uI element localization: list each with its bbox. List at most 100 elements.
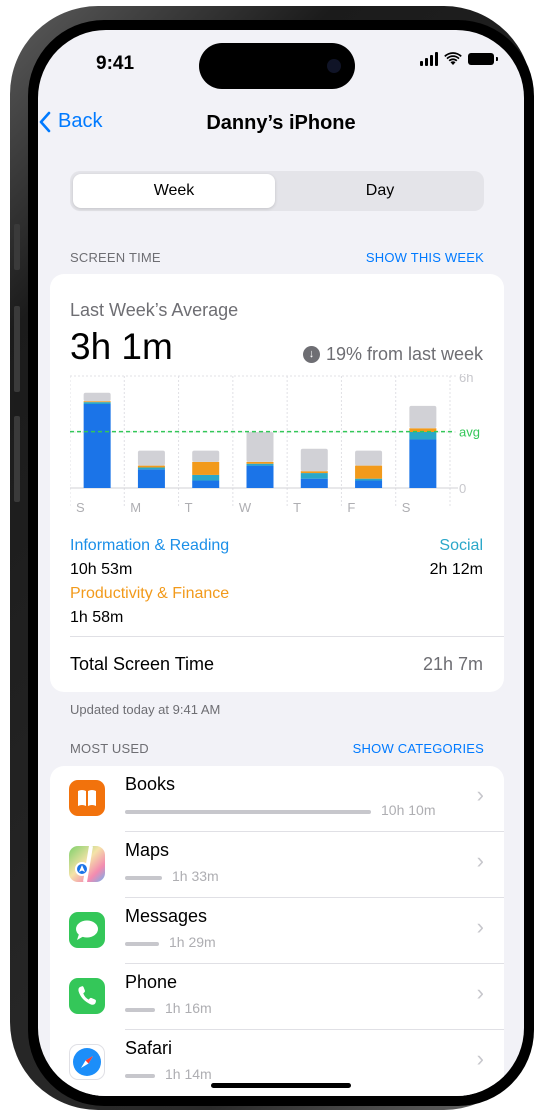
day-label: T xyxy=(185,500,193,515)
legend-right: Social 2h 12m xyxy=(430,534,483,582)
app-name: Books xyxy=(125,774,176,794)
y-tick-label: 0 xyxy=(459,481,466,496)
bar-segment xyxy=(192,480,220,488)
bar-segment xyxy=(246,463,274,466)
bar-segment xyxy=(83,402,111,404)
usage-bar xyxy=(125,810,371,814)
most-used-list: Books 10h 10m › Maps 1h 33m › Messages 1… xyxy=(50,766,504,1096)
bar-segment xyxy=(355,450,383,466)
app-time: 1h 33m xyxy=(172,868,219,884)
legend-social-value: 2h 12m xyxy=(429,561,483,578)
app-name: Messages xyxy=(125,906,208,926)
bar-segment xyxy=(355,480,383,488)
card-divider xyxy=(70,636,504,637)
cellular-signal-icon xyxy=(420,52,438,66)
safari-app-icon xyxy=(69,1044,105,1080)
app-name: Phone xyxy=(125,972,178,992)
app-row-phone[interactable]: Phone 1h 16m › xyxy=(50,964,504,1030)
app-name: Maps xyxy=(125,840,170,860)
total-screen-time-value: 21h 7m xyxy=(422,654,483,674)
maps-app-icon xyxy=(69,845,105,883)
updated-text: Updated today at 9:41 AM xyxy=(70,702,221,717)
show-this-week-link[interactable]: SHOW THIS WEEK xyxy=(366,250,484,265)
app-time: 1h 16m xyxy=(165,1000,212,1016)
weekly-change: ↓ 19% from last week xyxy=(302,344,483,365)
app-row-books[interactable]: Books 10h 10m › xyxy=(50,766,504,832)
app-row-messages[interactable]: Messages 1h 29m › xyxy=(50,898,504,964)
screen-time-header: SCREEN TIME SHOW THIS WEEK xyxy=(70,250,484,265)
total-screen-time-label: Total Screen Time xyxy=(70,654,215,674)
day-label: M xyxy=(130,500,141,515)
screen: 9:41 Back Danny’s iPhone Week Day SCREEN… xyxy=(38,30,524,1096)
average-label: avg xyxy=(459,425,480,440)
bar-segment xyxy=(409,432,437,440)
legend-social-label: Social xyxy=(439,537,483,554)
segment-week[interactable]: Week xyxy=(73,174,275,208)
volume-up-button xyxy=(14,306,20,392)
app-time: 1h 29m xyxy=(169,934,216,950)
device-bezel: 9:41 Back Danny’s iPhone Week Day SCREEN… xyxy=(28,20,534,1106)
app-time: 1h 14m xyxy=(165,1066,212,1082)
legend-productivity-value: 1h 58m xyxy=(70,609,124,626)
bar-segment xyxy=(246,432,274,462)
chevron-right-icon: › xyxy=(476,848,484,873)
dynamic-island xyxy=(199,43,355,89)
app-time: 10h 10m xyxy=(381,802,436,818)
camera-icon xyxy=(327,59,341,73)
weekly-usage-chart[interactable]: S M T W T F Savg 6h 0 xyxy=(70,374,484,519)
status-icons xyxy=(420,52,498,66)
usage-bar xyxy=(125,942,159,946)
screen-time-card: Last Week’s Average 3h 1m ↓ 19% from las… xyxy=(50,274,504,692)
bar-segment xyxy=(355,478,383,481)
segment-day[interactable]: Day xyxy=(279,174,481,208)
y-tick-label: 6h xyxy=(459,374,473,385)
bar-segment xyxy=(137,469,165,488)
day-label: S xyxy=(402,500,411,515)
wifi-icon xyxy=(444,52,462,65)
bar-segment xyxy=(137,467,165,470)
usage-bar xyxy=(125,876,162,880)
arrow-down-circle-icon: ↓ xyxy=(302,346,320,363)
legend-info-value: 10h 53m xyxy=(70,561,133,578)
week-day-segmented-control[interactable]: Week Day xyxy=(70,171,484,211)
phone-app-icon xyxy=(69,978,105,1014)
bar-segment xyxy=(137,465,165,468)
day-label: F xyxy=(347,500,355,515)
app-row-maps[interactable]: Maps 1h 33m › xyxy=(50,832,504,898)
most-used-header: MOST USED SHOW CATEGORIES xyxy=(70,741,484,756)
page-title: Danny’s iPhone xyxy=(206,112,356,134)
screen-time-section-label: SCREEN TIME xyxy=(70,250,161,265)
chevron-right-icon: › xyxy=(476,1046,484,1071)
bar-segment xyxy=(300,471,328,474)
legend-left: Information & Reading 10h 53m Productivi… xyxy=(70,534,229,630)
day-label: S xyxy=(76,500,85,515)
chevron-right-icon: › xyxy=(476,980,484,1005)
bar-segment xyxy=(246,465,274,488)
status-time: 9:41 xyxy=(96,53,135,74)
bar-segment xyxy=(300,448,328,472)
legend-info-label: Information & Reading xyxy=(70,537,230,554)
most-used-section-label: MOST USED xyxy=(70,741,149,756)
action-button xyxy=(14,224,20,270)
home-indicator[interactable] xyxy=(211,1083,351,1088)
bar-segment xyxy=(300,478,328,488)
average-value: 3h 1m xyxy=(70,326,173,367)
show-categories-link[interactable]: SHOW CATEGORIES xyxy=(353,741,484,756)
bar-segment xyxy=(409,405,437,429)
bar-segment xyxy=(409,439,437,488)
bar-segment xyxy=(300,473,328,479)
usage-bar xyxy=(125,1074,155,1078)
legend-productivity-label: Productivity & Finance xyxy=(70,585,230,602)
bar-segment xyxy=(192,461,220,475)
volume-down-button xyxy=(14,416,20,502)
bar-segment xyxy=(83,401,111,403)
bar-segment xyxy=(355,465,383,479)
books-app-icon xyxy=(69,780,105,816)
chevron-right-icon: › xyxy=(476,782,484,807)
bar-segment xyxy=(83,392,111,402)
day-label: W xyxy=(239,500,252,515)
bar-segment xyxy=(192,474,220,481)
day-label: T xyxy=(293,500,301,515)
app-name: Safari xyxy=(125,1038,173,1058)
average-label: Last Week’s Average xyxy=(70,300,239,320)
